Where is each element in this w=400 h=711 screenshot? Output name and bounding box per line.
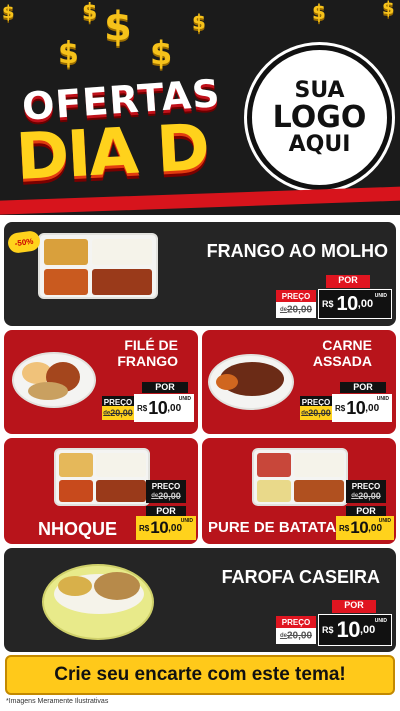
footnote: *Imagens Meramente Ilustrativas — [6, 698, 109, 705]
cta-banner[interactable]: Crie seu encarte com este tema! — [5, 655, 395, 695]
product-card-carne-assada[interactable]: CARNE ASSADA POR PREÇO de20,00 R$ 10 ,00… — [202, 330, 396, 434]
logo-text-line: AQUI — [288, 132, 351, 158]
product-image — [42, 564, 154, 640]
new-price: R$ 10 ,00 UNID — [134, 394, 194, 422]
product-name: NHOQUE — [38, 519, 118, 539]
old-price: de20,00 — [146, 490, 186, 503]
logo-text-line: SUA — [294, 77, 345, 103]
old-price: de20,00 — [102, 406, 134, 420]
product-image — [252, 448, 348, 506]
product-name: PURE DE BATATA — [208, 519, 337, 536]
product-name-line: CARNE — [322, 337, 372, 353]
new-price: R$ 10 ,00 UNID — [136, 516, 196, 540]
product-name-line: FRANGO — [117, 353, 178, 369]
price-block: POR PREÇO de20,00 R$ 10 ,00 UNID — [298, 382, 394, 424]
preco-label: PREÇO — [276, 290, 316, 302]
product-card-frango-ao-molho[interactable]: FRANGO AO MOLHO POR PREÇO de20,00 R$ 10 … — [4, 222, 396, 326]
dollar-icon: $ — [104, 4, 132, 50]
product-name-line: ASSADA — [312, 353, 372, 369]
new-price: R$ 10 ,00 UNID — [318, 289, 392, 319]
product-card-file-de-frango[interactable]: FILÉ DE FRANGO POR PREÇO de20,00 R$ 10 ,… — [4, 330, 198, 434]
product-name-line: FILÉ DE — [124, 337, 178, 353]
price-block: POR PREÇO de20,00 R$ 10 ,00 UNID — [276, 275, 396, 323]
preco-label: PREÇO — [300, 396, 332, 407]
old-price: de20,00 — [276, 302, 316, 318]
product-name: FRANGO AO MOLHO — [206, 241, 388, 261]
new-price: R$ 10 ,00 UNID — [332, 394, 392, 422]
dollar-icon: $ — [312, 0, 326, 24]
product-name: FAROFA CASEIRA — [221, 567, 380, 587]
por-label: POR — [326, 275, 370, 288]
old-price: de20,00 — [276, 628, 316, 644]
por-label: POR — [340, 382, 386, 393]
title-dia-d: DIA D — [14, 111, 210, 195]
logo-placeholder: SUA LOGO AQUI — [247, 45, 392, 190]
product-image — [38, 233, 158, 299]
dollar-icon: $ — [2, 2, 15, 23]
old-price: de20,00 — [300, 406, 332, 420]
header-banner: $ $ $ $ $ $ $ $ OFERTAS DIA D SUA LOGO A… — [0, 0, 400, 215]
preco-label: PREÇO — [346, 480, 386, 491]
preco-label: PREÇO — [276, 616, 316, 628]
offer-title: OFERTAS DIA D — [10, 70, 222, 195]
por-label: POR — [142, 382, 188, 393]
old-price: de20,00 — [346, 490, 386, 503]
price-block: POR PREÇO de20,00 R$ 10 ,00 UNID — [276, 600, 396, 648]
product-card-nhoque[interactable]: NHOQUE PREÇO de20,00 POR R$ 10 ,00 UNID — [4, 438, 198, 544]
product-card-pure-de-batata[interactable]: PURE DE BATATA PREÇO de20,00 POR R$ 10 ,… — [202, 438, 396, 544]
dollar-icon: $ — [150, 34, 173, 72]
new-price: R$ 10 ,00 UNID — [336, 516, 394, 540]
dollar-icon: $ — [82, 0, 98, 25]
preco-label: PREÇO — [146, 480, 186, 491]
dollar-icon: $ — [382, 0, 395, 19]
price-block: PREÇO de20,00 POR R$ 10 ,00 UNID — [336, 478, 396, 542]
logo-text-line: LOGO — [272, 99, 367, 135]
dollar-icon: $ — [192, 10, 206, 34]
product-image — [12, 352, 96, 408]
new-price: R$ 10 ,00 UNID — [318, 614, 392, 646]
price-block: PREÇO de20,00 POR R$ 10 ,00 UNID — [136, 478, 198, 542]
product-card-farofa-caseira[interactable]: FAROFA CASEIRA POR PREÇO de20,00 R$ 10 ,… — [4, 548, 396, 652]
dollar-icon: $ — [58, 36, 79, 71]
price-block: POR PREÇO de20,00 R$ 10 ,00 UNID — [100, 382, 196, 424]
por-label: POR — [332, 600, 376, 613]
preco-label: PREÇO — [102, 396, 134, 407]
